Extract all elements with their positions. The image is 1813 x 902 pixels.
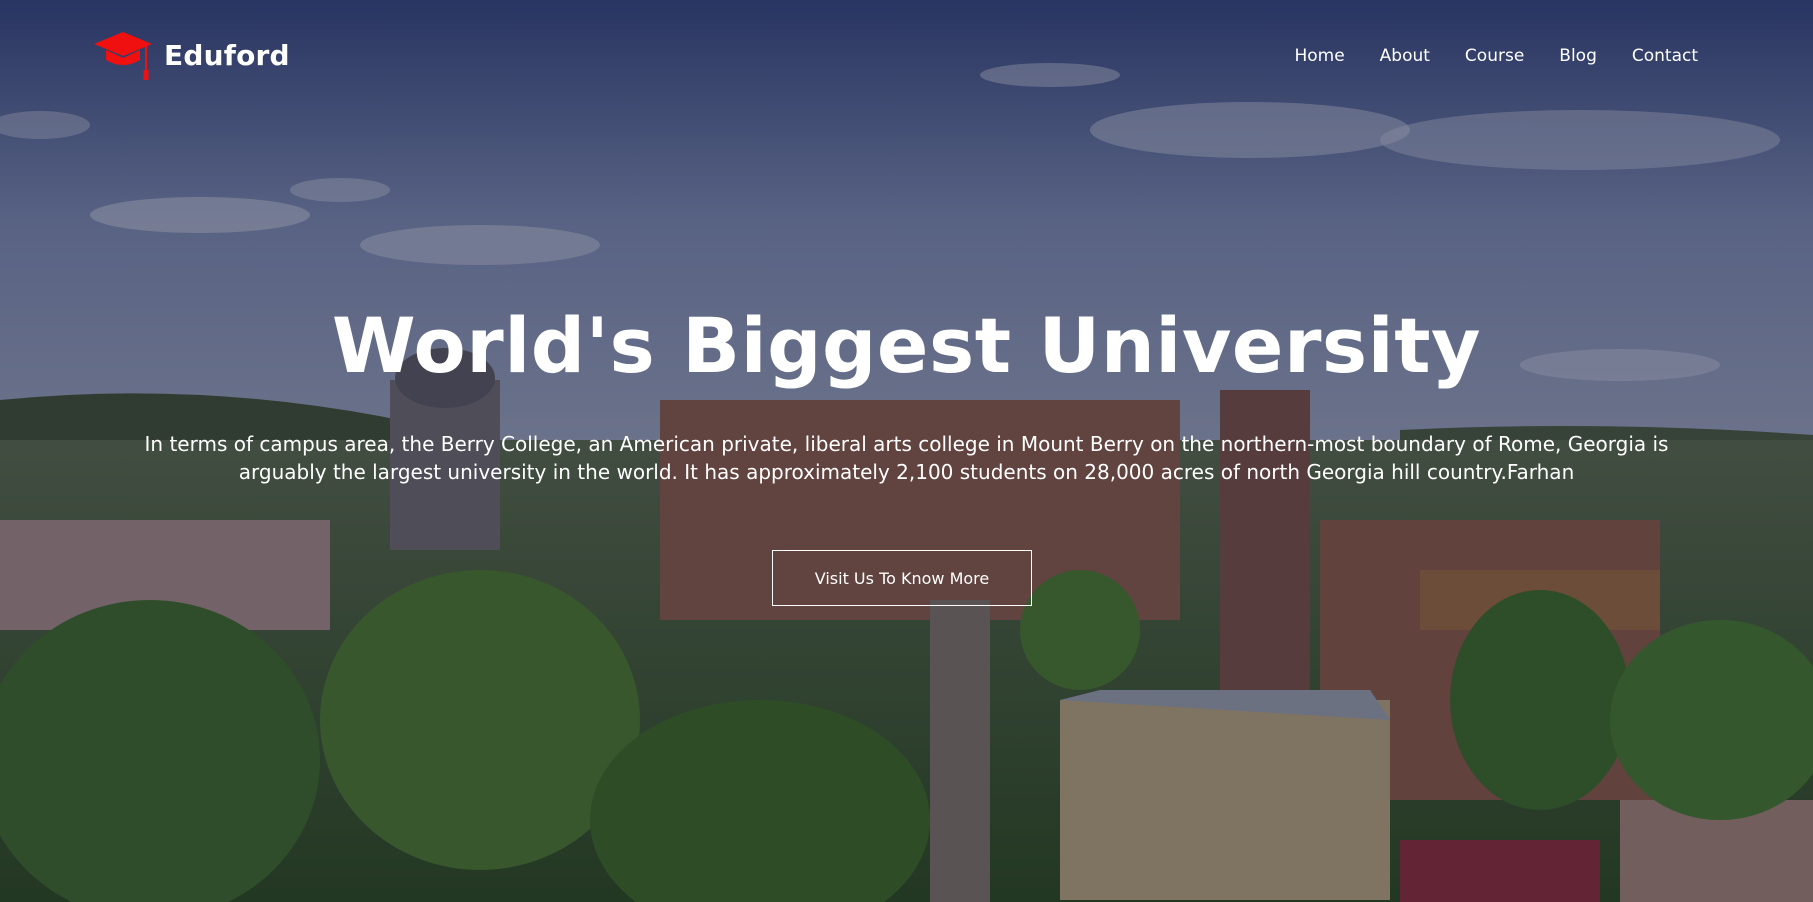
main-nav: Home About Course Blog Contact	[1294, 46, 1698, 66]
hero-description: In terms of campus area, the Berry Colle…	[144, 432, 1669, 484]
hero-section: Eduford Home About Course Blog Contact W…	[0, 0, 1813, 902]
hero-title: World's Biggest University	[331, 301, 1482, 390]
nav-link-home[interactable]: Home	[1294, 46, 1344, 66]
nav-link-blog[interactable]: Blog	[1559, 46, 1597, 66]
graduation-cap-icon	[94, 32, 152, 80]
nav-link-course[interactable]: Course	[1465, 46, 1524, 66]
brand-name: Eduford	[164, 38, 290, 72]
visit-us-button[interactable]: Visit Us To Know More	[772, 550, 1032, 606]
brand-logo[interactable]: Eduford	[92, 28, 290, 82]
nav-link-about[interactable]: About	[1380, 46, 1430, 66]
nav-link-contact[interactable]: Contact	[1632, 46, 1698, 66]
